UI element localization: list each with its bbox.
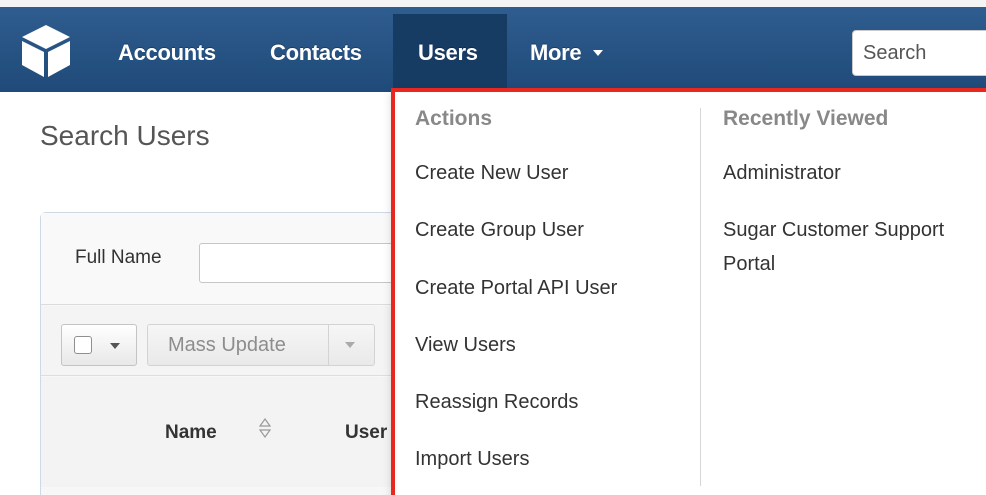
recent-item-sugar-customer-support-portal[interactable]: Sugar Customer Support Portal xyxy=(723,213,986,281)
button-divider xyxy=(328,325,329,365)
top-navbar: Accounts Contacts Users More xyxy=(0,0,986,92)
column-header-user[interactable]: User xyxy=(345,422,387,444)
select-all-checkbox[interactable] xyxy=(74,336,92,354)
table-header: Name User xyxy=(41,377,399,487)
select-all-dropdown[interactable] xyxy=(61,324,137,366)
search-panel: Full Name Mass Update Name User xyxy=(40,212,419,495)
mass-update-button[interactable]: Mass Update xyxy=(147,324,375,366)
menu-item-import-users[interactable]: Import Users xyxy=(415,447,529,471)
filter-row: Full Name xyxy=(41,213,419,305)
full-name-label: Full Name xyxy=(75,247,162,268)
sort-icon[interactable] xyxy=(259,417,271,439)
column-header-name[interactable]: Name xyxy=(165,422,217,444)
full-name-field[interactable] xyxy=(199,243,419,283)
nav-users[interactable]: Users xyxy=(393,14,507,92)
recent-item-administrator[interactable]: Administrator xyxy=(723,156,986,190)
nav-more[interactable]: More xyxy=(530,14,604,92)
page-title: Search Users xyxy=(40,120,210,151)
recently-viewed-column: Recently Viewed Administrator Sugar Cust… xyxy=(701,92,986,495)
mass-update-label: Mass Update xyxy=(168,334,286,356)
menu-item-view-users[interactable]: View Users xyxy=(415,333,516,357)
menu-item-create-new-user[interactable]: Create New User xyxy=(415,161,568,185)
chevron-down-icon xyxy=(593,49,604,56)
actions-column: Actions Create New User Create Group Use… xyxy=(395,92,701,495)
search-input[interactable] xyxy=(852,30,986,76)
cube-icon[interactable] xyxy=(18,21,74,81)
recently-viewed-heading: Recently Viewed xyxy=(723,107,889,130)
nav-contacts[interactable]: Contacts xyxy=(270,14,362,92)
menu-item-reassign-records[interactable]: Reassign Records xyxy=(415,390,578,414)
actions-heading: Actions xyxy=(415,107,493,130)
menu-item-create-portal-api-user[interactable]: Create Portal API User xyxy=(415,276,617,300)
users-dropdown-menu: Actions Create New User Create Group Use… xyxy=(391,88,986,495)
menu-item-create-group-user[interactable]: Create Group User xyxy=(415,218,584,242)
list-toolbar: Mass Update xyxy=(41,306,399,376)
chevron-down-icon xyxy=(110,343,120,349)
nav-more-label: More xyxy=(530,40,582,65)
nav-accounts[interactable]: Accounts xyxy=(118,14,216,92)
chevron-down-icon[interactable] xyxy=(345,342,355,348)
